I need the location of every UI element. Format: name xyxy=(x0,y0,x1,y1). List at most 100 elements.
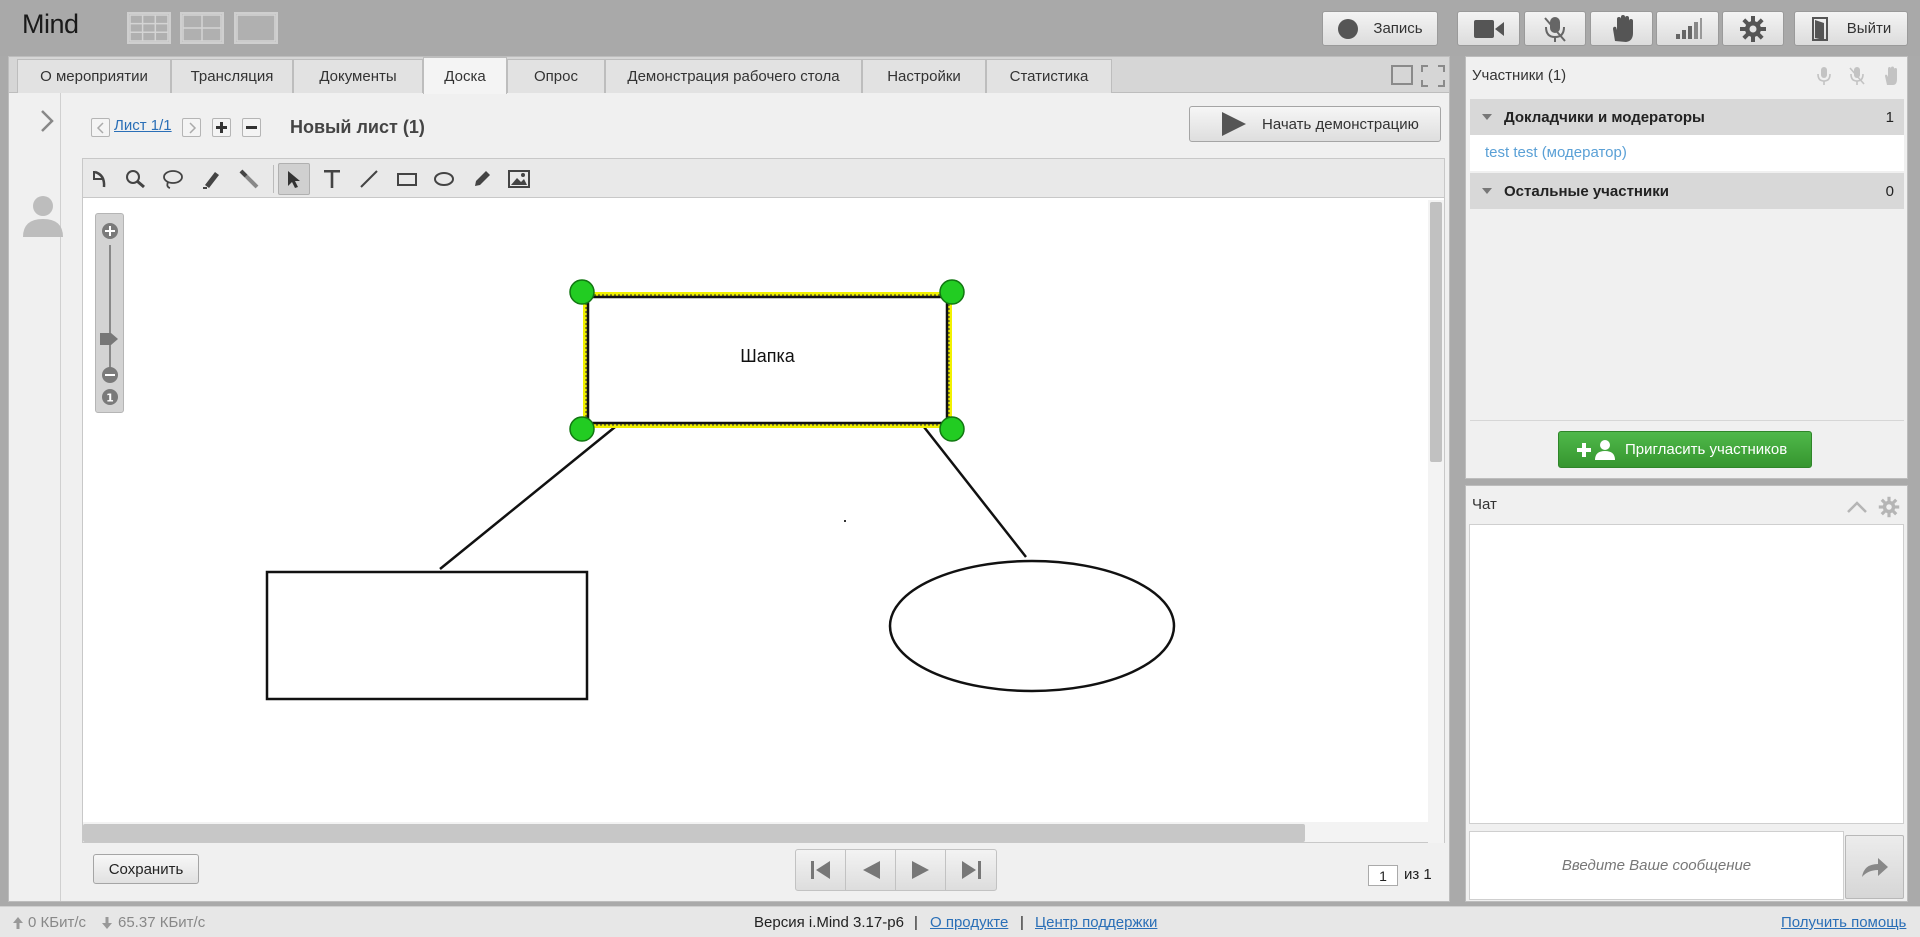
exit-button[interactable]: Выйти xyxy=(1794,11,1908,46)
group-count: 0 xyxy=(1885,182,1894,200)
tab-board[interactable]: Доска xyxy=(423,57,507,94)
group-other-participants[interactable]: Остальные участники 0 xyxy=(1470,173,1904,209)
tab-broadcast[interactable]: Трансляция xyxy=(171,59,293,93)
tab-desktop-sharing[interactable]: Демонстрация рабочего стола xyxy=(605,59,862,93)
microphone-muted-button[interactable] xyxy=(1524,11,1586,46)
chat-messages xyxy=(1469,524,1904,824)
rectangle-icon xyxy=(397,173,417,186)
line-tool[interactable] xyxy=(353,163,385,195)
fullscreen-icon[interactable] xyxy=(1421,65,1445,87)
zoom-slider-thumb[interactable] xyxy=(99,332,119,346)
tab-about-event[interactable]: О мероприятии xyxy=(17,59,171,93)
resize-handle-bottom-right[interactable] xyxy=(939,416,965,442)
collapse-triangle-icon xyxy=(1482,114,1492,120)
vertical-scroll-thumb[interactable] xyxy=(1430,202,1442,462)
prev-sheet-button[interactable] xyxy=(91,118,110,137)
ellipse-tool[interactable] xyxy=(428,163,460,195)
sheet-link[interactable]: Лист 1/1 xyxy=(114,117,172,134)
participants-panel: Участники (1) Докладчики и модераторы 1 … xyxy=(1465,56,1908,479)
grid-layout-icon xyxy=(129,14,169,42)
last-page-button[interactable] xyxy=(946,850,996,890)
connector-line-left[interactable] xyxy=(439,426,616,570)
highlighter-tool[interactable] xyxy=(195,163,227,195)
ellipse-icon xyxy=(434,172,454,186)
invite-participants-button[interactable]: Пригласить участников xyxy=(1558,431,1812,468)
microphone-muted-small-icon[interactable] xyxy=(1848,66,1866,86)
ellipse-shape[interactable] xyxy=(888,559,1176,693)
pencil-tool[interactable] xyxy=(466,163,498,195)
chevron-right-icon[interactable] xyxy=(39,109,55,133)
header-shape-text: Шапка xyxy=(740,346,795,366)
layout-single-button[interactable] xyxy=(234,12,278,44)
zoom-reset-icon[interactable]: 1 xyxy=(101,388,119,406)
chevron-up-icon[interactable] xyxy=(1846,500,1868,514)
tab-settings[interactable]: Настройки xyxy=(862,59,986,93)
page-number-input[interactable]: 1 xyxy=(1368,865,1398,886)
image-tool[interactable] xyxy=(503,163,535,195)
prev-page-icon xyxy=(862,861,880,879)
settings-button[interactable] xyxy=(1722,11,1784,46)
microphone-icon[interactable] xyxy=(1816,66,1832,86)
tab-documents[interactable]: Документы xyxy=(293,59,423,93)
highlighter-icon xyxy=(203,172,219,189)
tab-poll[interactable]: Опрос xyxy=(507,59,605,93)
hand-small-icon[interactable] xyxy=(1883,66,1899,86)
camera-button[interactable] xyxy=(1457,11,1520,46)
pencil-icon xyxy=(475,171,490,186)
layout-grid-button[interactable] xyxy=(127,12,171,44)
undo-tool[interactable] xyxy=(83,163,115,195)
chat-send-button[interactable] xyxy=(1845,835,1904,899)
horizontal-scroll-thumb[interactable] xyxy=(83,824,1305,842)
select-tool[interactable] xyxy=(278,163,310,195)
zoom-in-icon[interactable] xyxy=(101,222,119,240)
participant-row[interactable]: test test (модератор) xyxy=(1470,135,1904,171)
chevron-right-small-icon xyxy=(188,121,196,134)
connection-quality-button[interactable] xyxy=(1656,11,1719,46)
exit-door-icon xyxy=(1811,16,1828,41)
pointer-icon xyxy=(288,171,300,188)
prev-page-button[interactable] xyxy=(846,850,896,890)
raise-hand-button[interactable] xyxy=(1590,11,1653,46)
rectangle-tool[interactable] xyxy=(391,163,423,195)
group-speakers-moderators[interactable]: Докладчики и модераторы 1 xyxy=(1470,99,1904,135)
get-help-link[interactable]: Получить помощь xyxy=(1781,914,1906,931)
window-mode-icon[interactable] xyxy=(1391,65,1413,87)
horizontal-scrollbar[interactable] xyxy=(83,822,1428,842)
eraser-tool[interactable] xyxy=(233,163,265,195)
first-page-button[interactable] xyxy=(796,850,846,890)
connector-line-right[interactable] xyxy=(923,426,1027,558)
chat-message-input[interactable]: Введите Ваше сообщение xyxy=(1469,831,1844,900)
save-button[interactable]: Сохранить xyxy=(93,854,199,884)
participants-title: Участники (1) xyxy=(1472,67,1567,84)
layout-split-button[interactable] xyxy=(180,12,224,44)
resize-handle-bottom-left[interactable] xyxy=(569,416,595,442)
drawing-toolbar xyxy=(82,158,1445,198)
next-sheet-button[interactable] xyxy=(182,118,201,137)
zoom-tool[interactable] xyxy=(119,163,151,195)
about-product-link[interactable]: О продукте xyxy=(930,914,1008,931)
chat-gear-icon[interactable] xyxy=(1878,496,1900,518)
canvas-drawing xyxy=(265,279,1176,701)
send-arrow-icon xyxy=(1861,858,1888,877)
text-icon xyxy=(324,170,340,188)
next-page-button[interactable] xyxy=(896,850,946,890)
start-demo-button[interactable]: Начать демонстрацию xyxy=(1189,106,1441,142)
line-icon xyxy=(360,170,378,188)
rectangle-shape[interactable] xyxy=(265,570,589,701)
resize-handle-top-right[interactable] xyxy=(939,279,965,305)
zoom-out-icon[interactable] xyxy=(101,366,119,384)
add-sheet-button[interactable] xyxy=(212,118,231,137)
remove-sheet-button[interactable] xyxy=(242,118,261,137)
zoom-slider-track[interactable] xyxy=(109,245,111,375)
vertical-scrollbar[interactable] xyxy=(1428,200,1444,843)
lasso-tool[interactable] xyxy=(157,163,189,195)
microphone-muted-icon xyxy=(1544,16,1566,42)
support-center-link[interactable]: Центр поддержки xyxy=(1035,914,1157,931)
app-logo: Mind xyxy=(22,9,79,39)
whiteboard-canvas[interactable]: Шапка xyxy=(82,198,1445,843)
tab-statistics[interactable]: Статистика xyxy=(986,59,1112,93)
resize-handle-top-left[interactable] xyxy=(569,279,595,305)
signal-bars-icon xyxy=(1675,17,1702,39)
text-tool[interactable] xyxy=(316,163,348,195)
record-button[interactable]: Запись xyxy=(1322,11,1438,46)
